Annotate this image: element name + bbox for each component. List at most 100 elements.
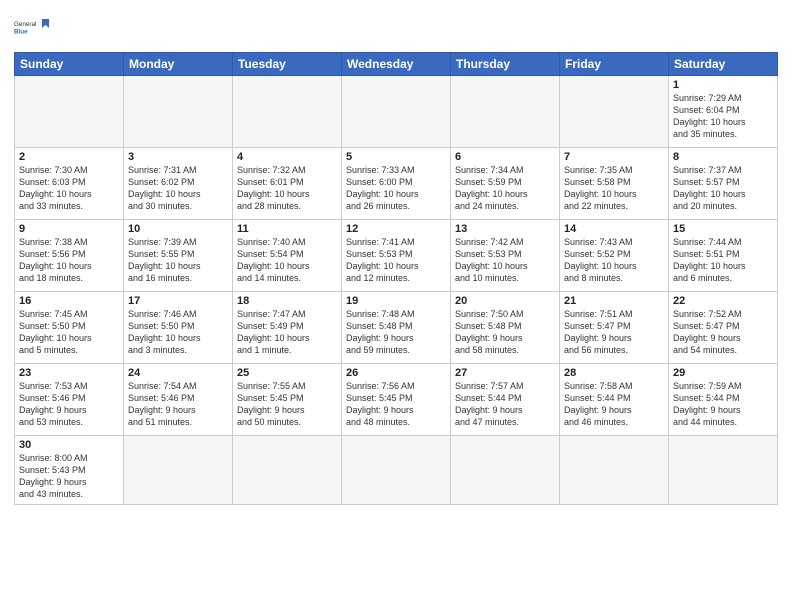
calendar-cell	[342, 436, 451, 505]
calendar-cell: 1Sunrise: 7:29 AM Sunset: 6:04 PM Daylig…	[669, 76, 778, 148]
svg-text:General: General	[14, 21, 36, 28]
day-header-friday: Friday	[560, 53, 669, 76]
day-info: Sunrise: 7:34 AM Sunset: 5:59 PM Dayligh…	[455, 164, 555, 213]
day-info: Sunrise: 7:39 AM Sunset: 5:55 PM Dayligh…	[128, 236, 228, 285]
calendar-week-2: 2Sunrise: 7:30 AM Sunset: 6:03 PM Daylig…	[15, 148, 778, 220]
day-number: 1	[673, 79, 773, 91]
day-header-sunday: Sunday	[15, 53, 124, 76]
day-info: Sunrise: 7:31 AM Sunset: 6:02 PM Dayligh…	[128, 164, 228, 213]
day-header-wednesday: Wednesday	[342, 53, 451, 76]
day-number: 12	[346, 223, 446, 235]
calendar-cell	[560, 436, 669, 505]
calendar-week-3: 9Sunrise: 7:38 AM Sunset: 5:56 PM Daylig…	[15, 220, 778, 292]
day-number: 26	[346, 367, 446, 379]
day-number: 24	[128, 367, 228, 379]
calendar-cell	[124, 76, 233, 148]
calendar-cell	[451, 436, 560, 505]
day-info: Sunrise: 7:33 AM Sunset: 6:00 PM Dayligh…	[346, 164, 446, 213]
day-number: 20	[455, 295, 555, 307]
day-info: Sunrise: 7:47 AM Sunset: 5:49 PM Dayligh…	[237, 308, 337, 357]
svg-text:Blue: Blue	[14, 28, 28, 35]
day-number: 21	[564, 295, 664, 307]
day-info: Sunrise: 7:58 AM Sunset: 5:44 PM Dayligh…	[564, 380, 664, 429]
day-number: 29	[673, 367, 773, 379]
day-number: 10	[128, 223, 228, 235]
day-info: Sunrise: 7:57 AM Sunset: 5:44 PM Dayligh…	[455, 380, 555, 429]
day-info: Sunrise: 7:30 AM Sunset: 6:03 PM Dayligh…	[19, 164, 119, 213]
day-number: 16	[19, 295, 119, 307]
calendar-cell: 28Sunrise: 7:58 AM Sunset: 5:44 PM Dayli…	[560, 364, 669, 436]
day-info: Sunrise: 7:52 AM Sunset: 5:47 PM Dayligh…	[673, 308, 773, 357]
day-info: Sunrise: 7:32 AM Sunset: 6:01 PM Dayligh…	[237, 164, 337, 213]
calendar-cell	[451, 76, 560, 148]
day-info: Sunrise: 7:44 AM Sunset: 5:51 PM Dayligh…	[673, 236, 773, 285]
calendar-cell: 12Sunrise: 7:41 AM Sunset: 5:53 PM Dayli…	[342, 220, 451, 292]
calendar-week-1: 1Sunrise: 7:29 AM Sunset: 6:04 PM Daylig…	[15, 76, 778, 148]
calendar-cell: 30Sunrise: 8:00 AM Sunset: 5:43 PM Dayli…	[15, 436, 124, 505]
day-info: Sunrise: 7:48 AM Sunset: 5:48 PM Dayligh…	[346, 308, 446, 357]
calendar-cell: 25Sunrise: 7:55 AM Sunset: 5:45 PM Dayli…	[233, 364, 342, 436]
calendar-cell: 6Sunrise: 7:34 AM Sunset: 5:59 PM Daylig…	[451, 148, 560, 220]
calendar-cell: 13Sunrise: 7:42 AM Sunset: 5:53 PM Dayli…	[451, 220, 560, 292]
calendar-cell: 21Sunrise: 7:51 AM Sunset: 5:47 PM Dayli…	[560, 292, 669, 364]
day-info: Sunrise: 7:54 AM Sunset: 5:46 PM Dayligh…	[128, 380, 228, 429]
calendar-cell	[233, 436, 342, 505]
calendar-cell: 14Sunrise: 7:43 AM Sunset: 5:52 PM Dayli…	[560, 220, 669, 292]
day-info: Sunrise: 7:45 AM Sunset: 5:50 PM Dayligh…	[19, 308, 119, 357]
calendar-cell: 20Sunrise: 7:50 AM Sunset: 5:48 PM Dayli…	[451, 292, 560, 364]
day-info: Sunrise: 7:29 AM Sunset: 6:04 PM Dayligh…	[673, 92, 773, 141]
day-info: Sunrise: 8:00 AM Sunset: 5:43 PM Dayligh…	[19, 452, 119, 501]
calendar-cell: 15Sunrise: 7:44 AM Sunset: 5:51 PM Dayli…	[669, 220, 778, 292]
day-number: 6	[455, 151, 555, 163]
calendar-cell: 5Sunrise: 7:33 AM Sunset: 6:00 PM Daylig…	[342, 148, 451, 220]
day-number: 11	[237, 223, 337, 235]
days-header-row: SundayMondayTuesdayWednesdayThursdayFrid…	[15, 53, 778, 76]
calendar-cell: 3Sunrise: 7:31 AM Sunset: 6:02 PM Daylig…	[124, 148, 233, 220]
day-info: Sunrise: 7:43 AM Sunset: 5:52 PM Dayligh…	[564, 236, 664, 285]
calendar-week-6: 30Sunrise: 8:00 AM Sunset: 5:43 PM Dayli…	[15, 436, 778, 505]
generalblue-icon: General Blue	[14, 10, 50, 46]
day-number: 5	[346, 151, 446, 163]
day-info: Sunrise: 7:40 AM Sunset: 5:54 PM Dayligh…	[237, 236, 337, 285]
calendar-cell: 16Sunrise: 7:45 AM Sunset: 5:50 PM Dayli…	[15, 292, 124, 364]
day-info: Sunrise: 7:37 AM Sunset: 5:57 PM Dayligh…	[673, 164, 773, 213]
day-number: 18	[237, 295, 337, 307]
calendar-cell	[669, 436, 778, 505]
page: General Blue SundayMondayTuesdayWednesda…	[0, 0, 792, 612]
day-number: 9	[19, 223, 119, 235]
day-number: 7	[564, 151, 664, 163]
logo: General Blue	[14, 10, 50, 46]
day-info: Sunrise: 7:46 AM Sunset: 5:50 PM Dayligh…	[128, 308, 228, 357]
day-number: 2	[19, 151, 119, 163]
day-info: Sunrise: 7:42 AM Sunset: 5:53 PM Dayligh…	[455, 236, 555, 285]
calendar-cell: 18Sunrise: 7:47 AM Sunset: 5:49 PM Dayli…	[233, 292, 342, 364]
calendar-week-5: 23Sunrise: 7:53 AM Sunset: 5:46 PM Dayli…	[15, 364, 778, 436]
calendar-cell	[342, 76, 451, 148]
day-header-tuesday: Tuesday	[233, 53, 342, 76]
calendar-cell: 9Sunrise: 7:38 AM Sunset: 5:56 PM Daylig…	[15, 220, 124, 292]
calendar-cell: 11Sunrise: 7:40 AM Sunset: 5:54 PM Dayli…	[233, 220, 342, 292]
day-info: Sunrise: 7:59 AM Sunset: 5:44 PM Dayligh…	[673, 380, 773, 429]
day-number: 25	[237, 367, 337, 379]
day-info: Sunrise: 7:38 AM Sunset: 5:56 PM Dayligh…	[19, 236, 119, 285]
calendar-cell: 29Sunrise: 7:59 AM Sunset: 5:44 PM Dayli…	[669, 364, 778, 436]
header: General Blue	[14, 10, 778, 46]
calendar-cell	[560, 76, 669, 148]
day-header-thursday: Thursday	[451, 53, 560, 76]
day-number: 30	[19, 439, 119, 451]
day-info: Sunrise: 7:35 AM Sunset: 5:58 PM Dayligh…	[564, 164, 664, 213]
day-info: Sunrise: 7:51 AM Sunset: 5:47 PM Dayligh…	[564, 308, 664, 357]
day-number: 14	[564, 223, 664, 235]
day-number: 15	[673, 223, 773, 235]
day-number: 13	[455, 223, 555, 235]
day-number: 28	[564, 367, 664, 379]
calendar-cell: 19Sunrise: 7:48 AM Sunset: 5:48 PM Dayli…	[342, 292, 451, 364]
calendar-cell	[233, 76, 342, 148]
day-header-saturday: Saturday	[669, 53, 778, 76]
day-number: 27	[455, 367, 555, 379]
day-number: 8	[673, 151, 773, 163]
calendar-cell	[124, 436, 233, 505]
day-number: 19	[346, 295, 446, 307]
day-number: 3	[128, 151, 228, 163]
day-number: 23	[19, 367, 119, 379]
